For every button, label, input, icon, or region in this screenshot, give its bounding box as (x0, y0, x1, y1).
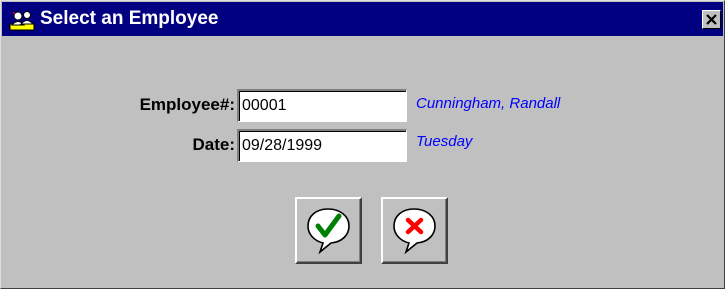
day-of-week-text: Tuesday (416, 133, 473, 150)
employee-name-text: Cunningham, Randall (416, 95, 561, 112)
checkmark-icon (307, 208, 350, 255)
cancel-button[interactable] (381, 197, 448, 264)
employee-app-icon (9, 11, 35, 31)
close-button[interactable] (702, 10, 721, 29)
ok-button[interactable] (295, 197, 362, 264)
dialog-title: Select an Employee (40, 8, 219, 29)
date-input[interactable] (237, 129, 407, 162)
select-employee-dialog: Select an Employee Employee#: Cunningham… (0, 0, 725, 289)
employee-number-input[interactable] (237, 89, 407, 122)
x-icon (393, 208, 436, 255)
title-bar[interactable]: Select an Employee (2, 2, 723, 36)
close-icon (706, 14, 717, 25)
date-label: Date: (192, 135, 235, 154)
employee-number-label: Employee#: (139, 95, 235, 114)
